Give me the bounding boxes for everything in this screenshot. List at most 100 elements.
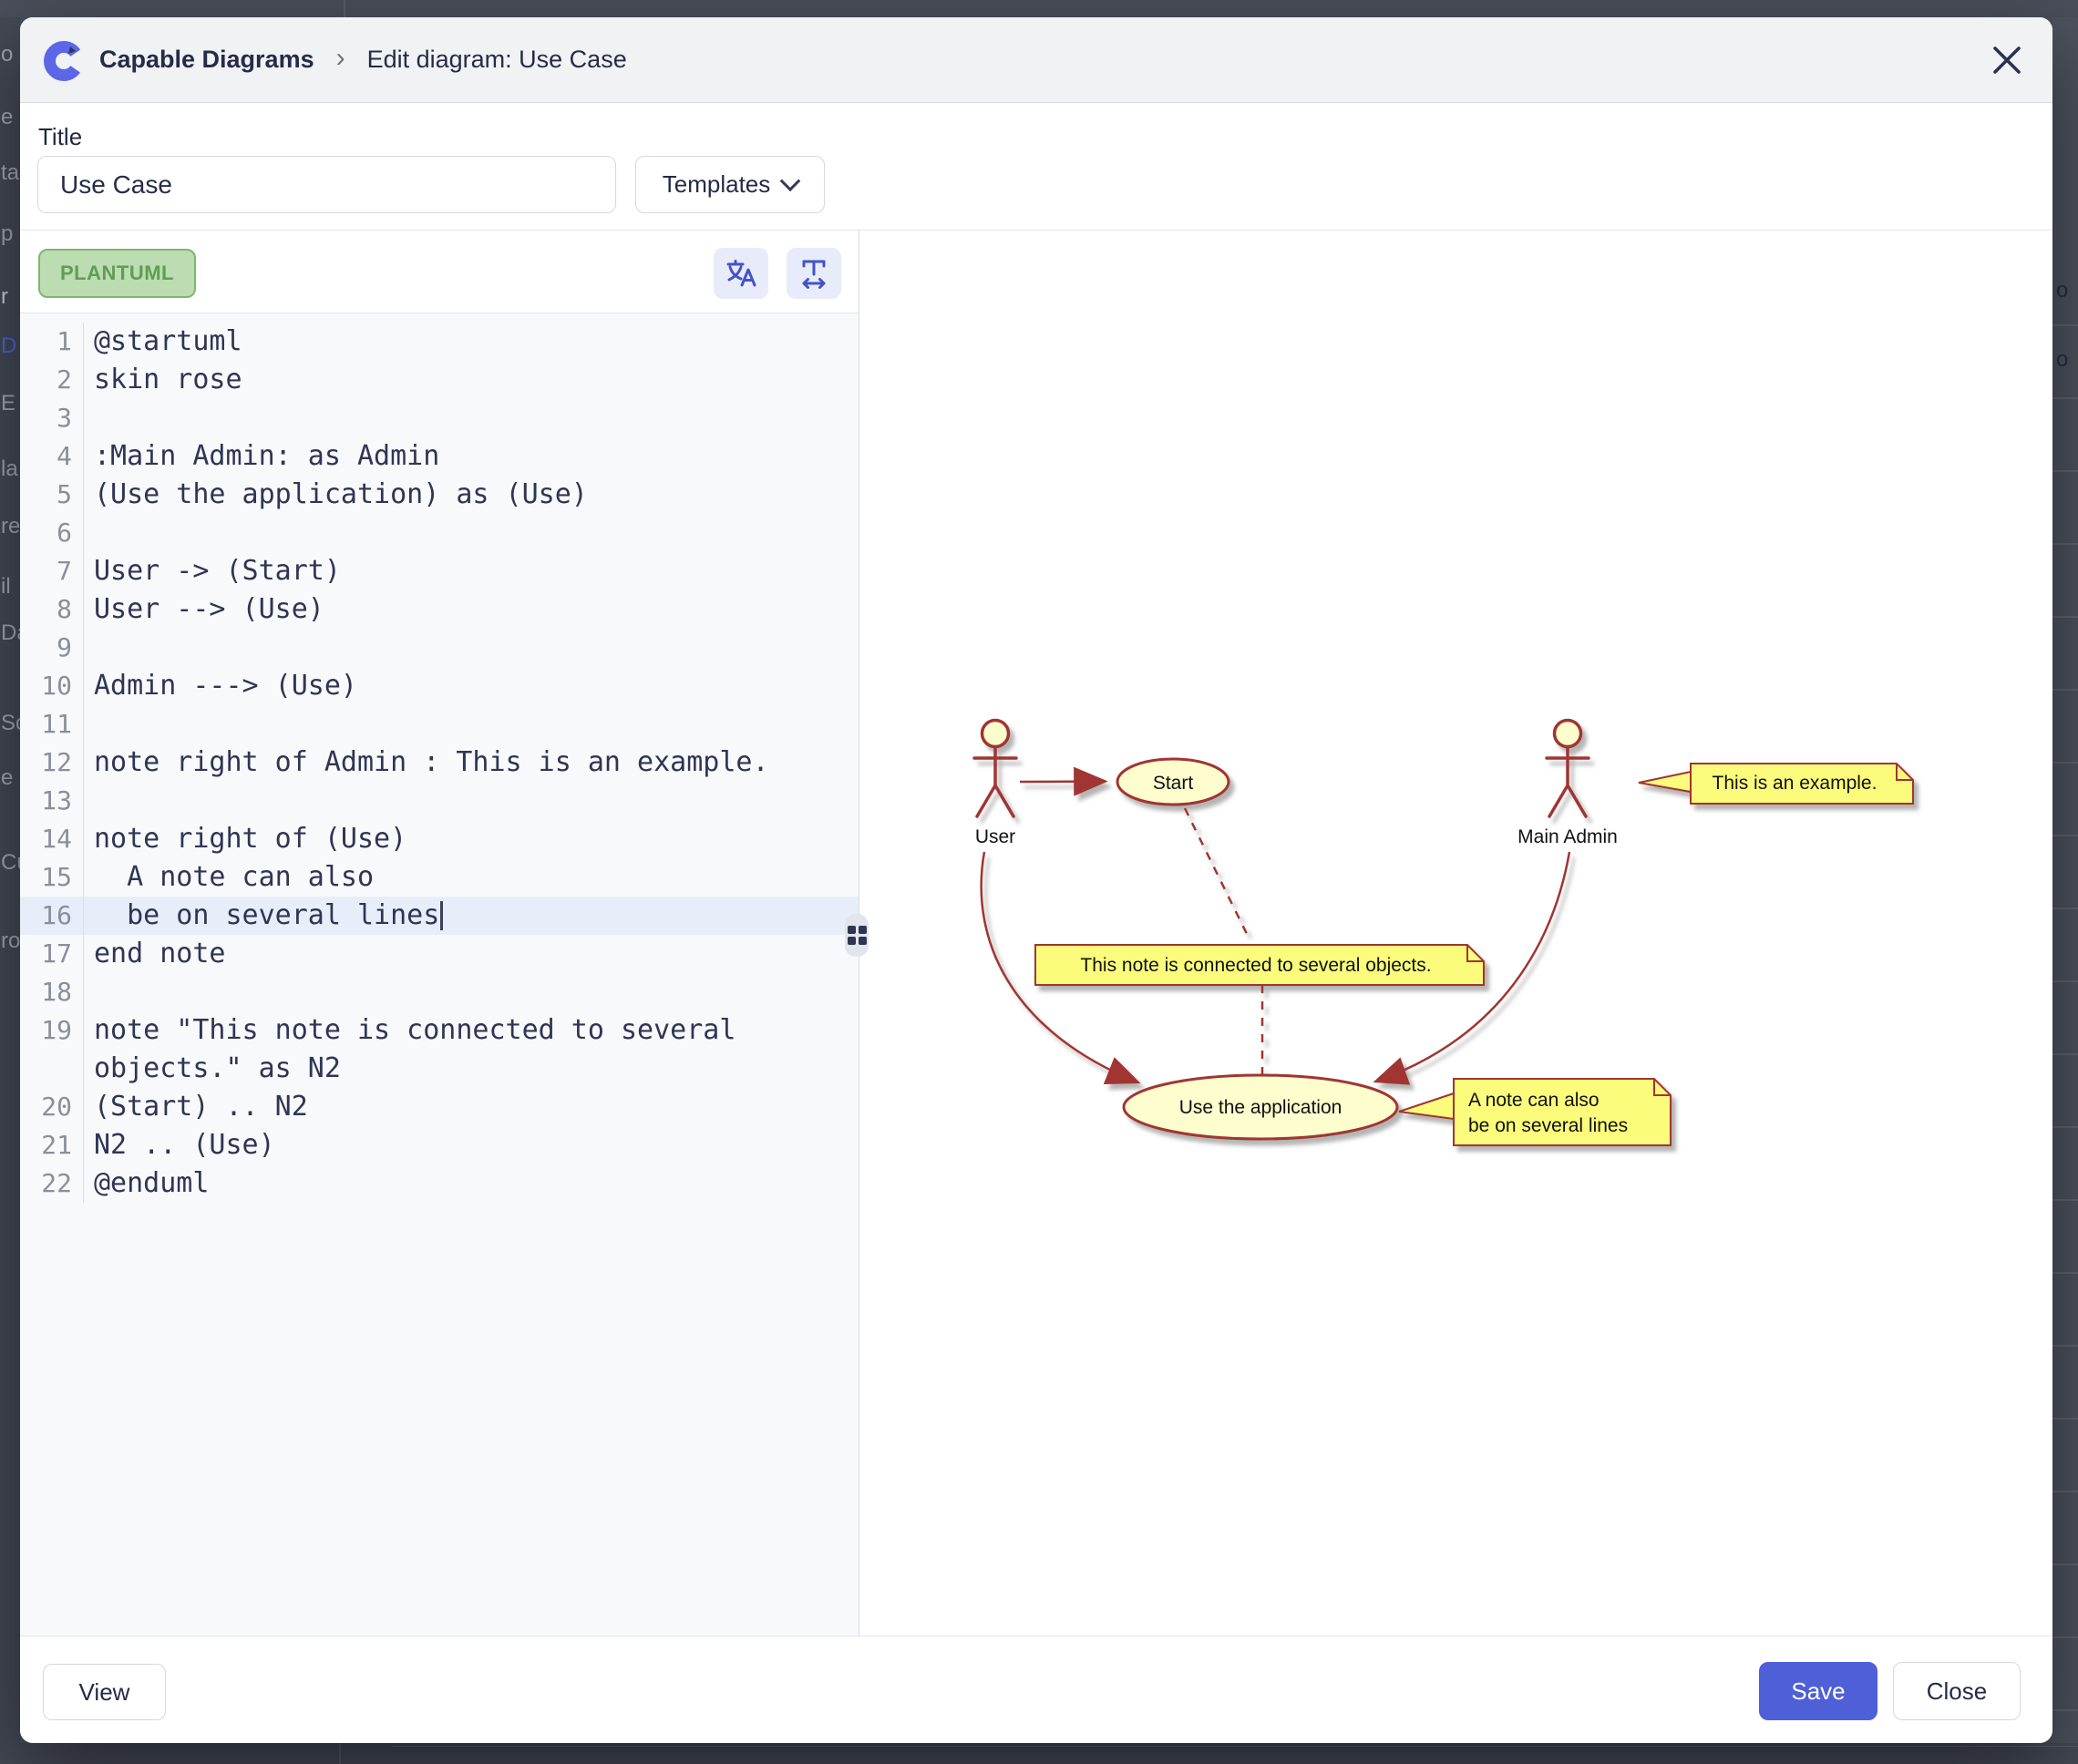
line-number: 14 [20,820,84,858]
line-number: 21 [20,1126,84,1164]
chevron-down-icon [780,170,801,191]
code-line[interactable]: 14note right of (Use) [20,820,859,858]
code-line[interactable]: 22@enduml [20,1164,859,1203]
code-line[interactable]: 5(Use the application) as (Use) [20,476,859,514]
backdrop-left [0,17,20,1743]
usecase-start-label: Start [1153,773,1194,794]
backdrop-text: o [2056,347,2068,373]
code-line[interactable]: 13 [20,782,859,820]
line-number: 10 [20,667,84,705]
code-line[interactable]: 17end note [20,935,859,973]
line-number: 22 [20,1164,84,1203]
diagram-preview: Start Use the application User Main Admi… [859,231,2052,1636]
code-line[interactable]: 9 [20,629,859,667]
code-editor-lines: 1@startuml2skin rose34:Main Admin: as Ad… [20,323,859,1203]
code-line[interactable]: 12note right of Admin : This is an examp… [20,744,859,782]
backdrop-text: e [1,765,13,791]
code-line[interactable]: 2skin rose [20,361,859,399]
close-button[interactable]: Close [1893,1662,2021,1720]
code-line[interactable]: 21N2 .. (Use) [20,1126,859,1164]
code-line[interactable]: 11 [20,705,859,744]
line-number: 17 [20,935,84,973]
line-number: 11 [20,705,84,744]
code-editor[interactable]: 1@startuml2skin rose34:Main Admin: as Ad… [20,313,859,1636]
code-line[interactable]: 8User --> (Use) [20,590,859,629]
code-line[interactable]: 15 A note can also [20,858,859,897]
code-line[interactable]: 10Admin ---> (Use) [20,667,859,705]
resize-grip[interactable] [845,914,869,957]
backdrop-text: ro [1,928,20,954]
code-line[interactable]: 4:Main Admin: as Admin [20,437,859,476]
code-text [84,782,859,820]
code-line[interactable]: 18 [20,973,859,1011]
code-text [84,629,859,667]
line-number: 18 [20,973,84,1011]
title-input[interactable] [37,156,616,213]
code-text [84,973,859,1011]
code-line[interactable]: 3 [20,399,859,437]
actor-user [974,721,1016,817]
breadcrumb-chevron-icon: › [336,43,345,74]
backdrop-text: re [1,514,20,539]
line-number: 2 [20,361,84,399]
code-text: N2 .. (Use) [84,1126,859,1164]
close-dialog-button[interactable] [1989,42,2025,78]
note-example-text: This is an example. [1713,773,1877,794]
code-text: User --> (Use) [84,590,859,629]
editor-toolbar: PLANTUML [20,231,859,313]
usecase-use-label: Use the application [1179,1097,1342,1118]
code-text: (Use the application) as (Use) [84,476,859,514]
code-line[interactable]: 6 [20,514,859,552]
backdrop-divider [344,0,345,17]
translate-icon [724,256,758,291]
actor-main-admin [1547,721,1589,817]
line-number: 12 [20,744,84,782]
code-line[interactable]: 19note "This note is connected to severa… [20,1011,859,1088]
edge-start-note [1185,808,1250,939]
text-width-button[interactable] [787,248,841,299]
code-line[interactable]: 7User -> (Start) [20,552,859,590]
text-width-icon [797,256,831,291]
code-text: be on several lines [84,897,859,935]
backdrop-text: ta [1,160,19,186]
use-case-diagram: Start Use the application User Main Admi… [859,231,2052,1636]
text-cursor [440,901,443,930]
save-button[interactable]: Save [1759,1662,1877,1720]
code-text: (Start) .. N2 [84,1088,859,1126]
view-button[interactable]: View [43,1664,166,1720]
backdrop-text: E [1,391,15,416]
actor-admin-label: Main Admin [1517,826,1618,847]
line-number: 19 [20,1011,84,1088]
line-number: 6 [20,514,84,552]
templates-button[interactable]: Templates [635,156,825,213]
line-number: 8 [20,590,84,629]
line-number: 20 [20,1088,84,1126]
code-text [84,705,859,744]
backdrop-text: o [2056,278,2068,303]
backdrop-text: la [1,456,18,482]
note-multiline-text-1: A note can also [1468,1090,1600,1111]
line-number: 4 [20,437,84,476]
capable-diagrams-logo [43,38,85,82]
breadcrumb-app[interactable]: Capable Diagrams [99,46,314,74]
code-text: note right of Admin : This is an example… [84,744,859,782]
backdrop-text: p [1,221,13,247]
backdrop-table-rows [2052,253,2078,1729]
code-text: @startuml [84,323,859,361]
translate-button[interactable] [714,248,768,299]
note-multiline-text-2: be on several lines [1468,1115,1628,1136]
actor-user-label: User [975,826,1015,847]
backdrop-text: D [1,333,16,359]
line-number: 16 [20,897,84,935]
templates-button-label: Templates [663,170,771,199]
code-line[interactable]: 1@startuml [20,323,859,361]
edge-user-start [1020,782,1106,783]
backdrop-divider [392,1746,2078,1747]
code-text: A note can also [84,858,859,897]
edit-diagram-dialog: Capable Diagrams › Edit diagram: Use Cas… [20,17,2052,1743]
code-line[interactable]: 16 be on several lines [20,897,859,935]
backdrop-text: r [1,284,8,310]
code-text [84,399,859,437]
backdrop-text: o [1,42,13,67]
code-line[interactable]: 20(Start) .. N2 [20,1088,859,1126]
